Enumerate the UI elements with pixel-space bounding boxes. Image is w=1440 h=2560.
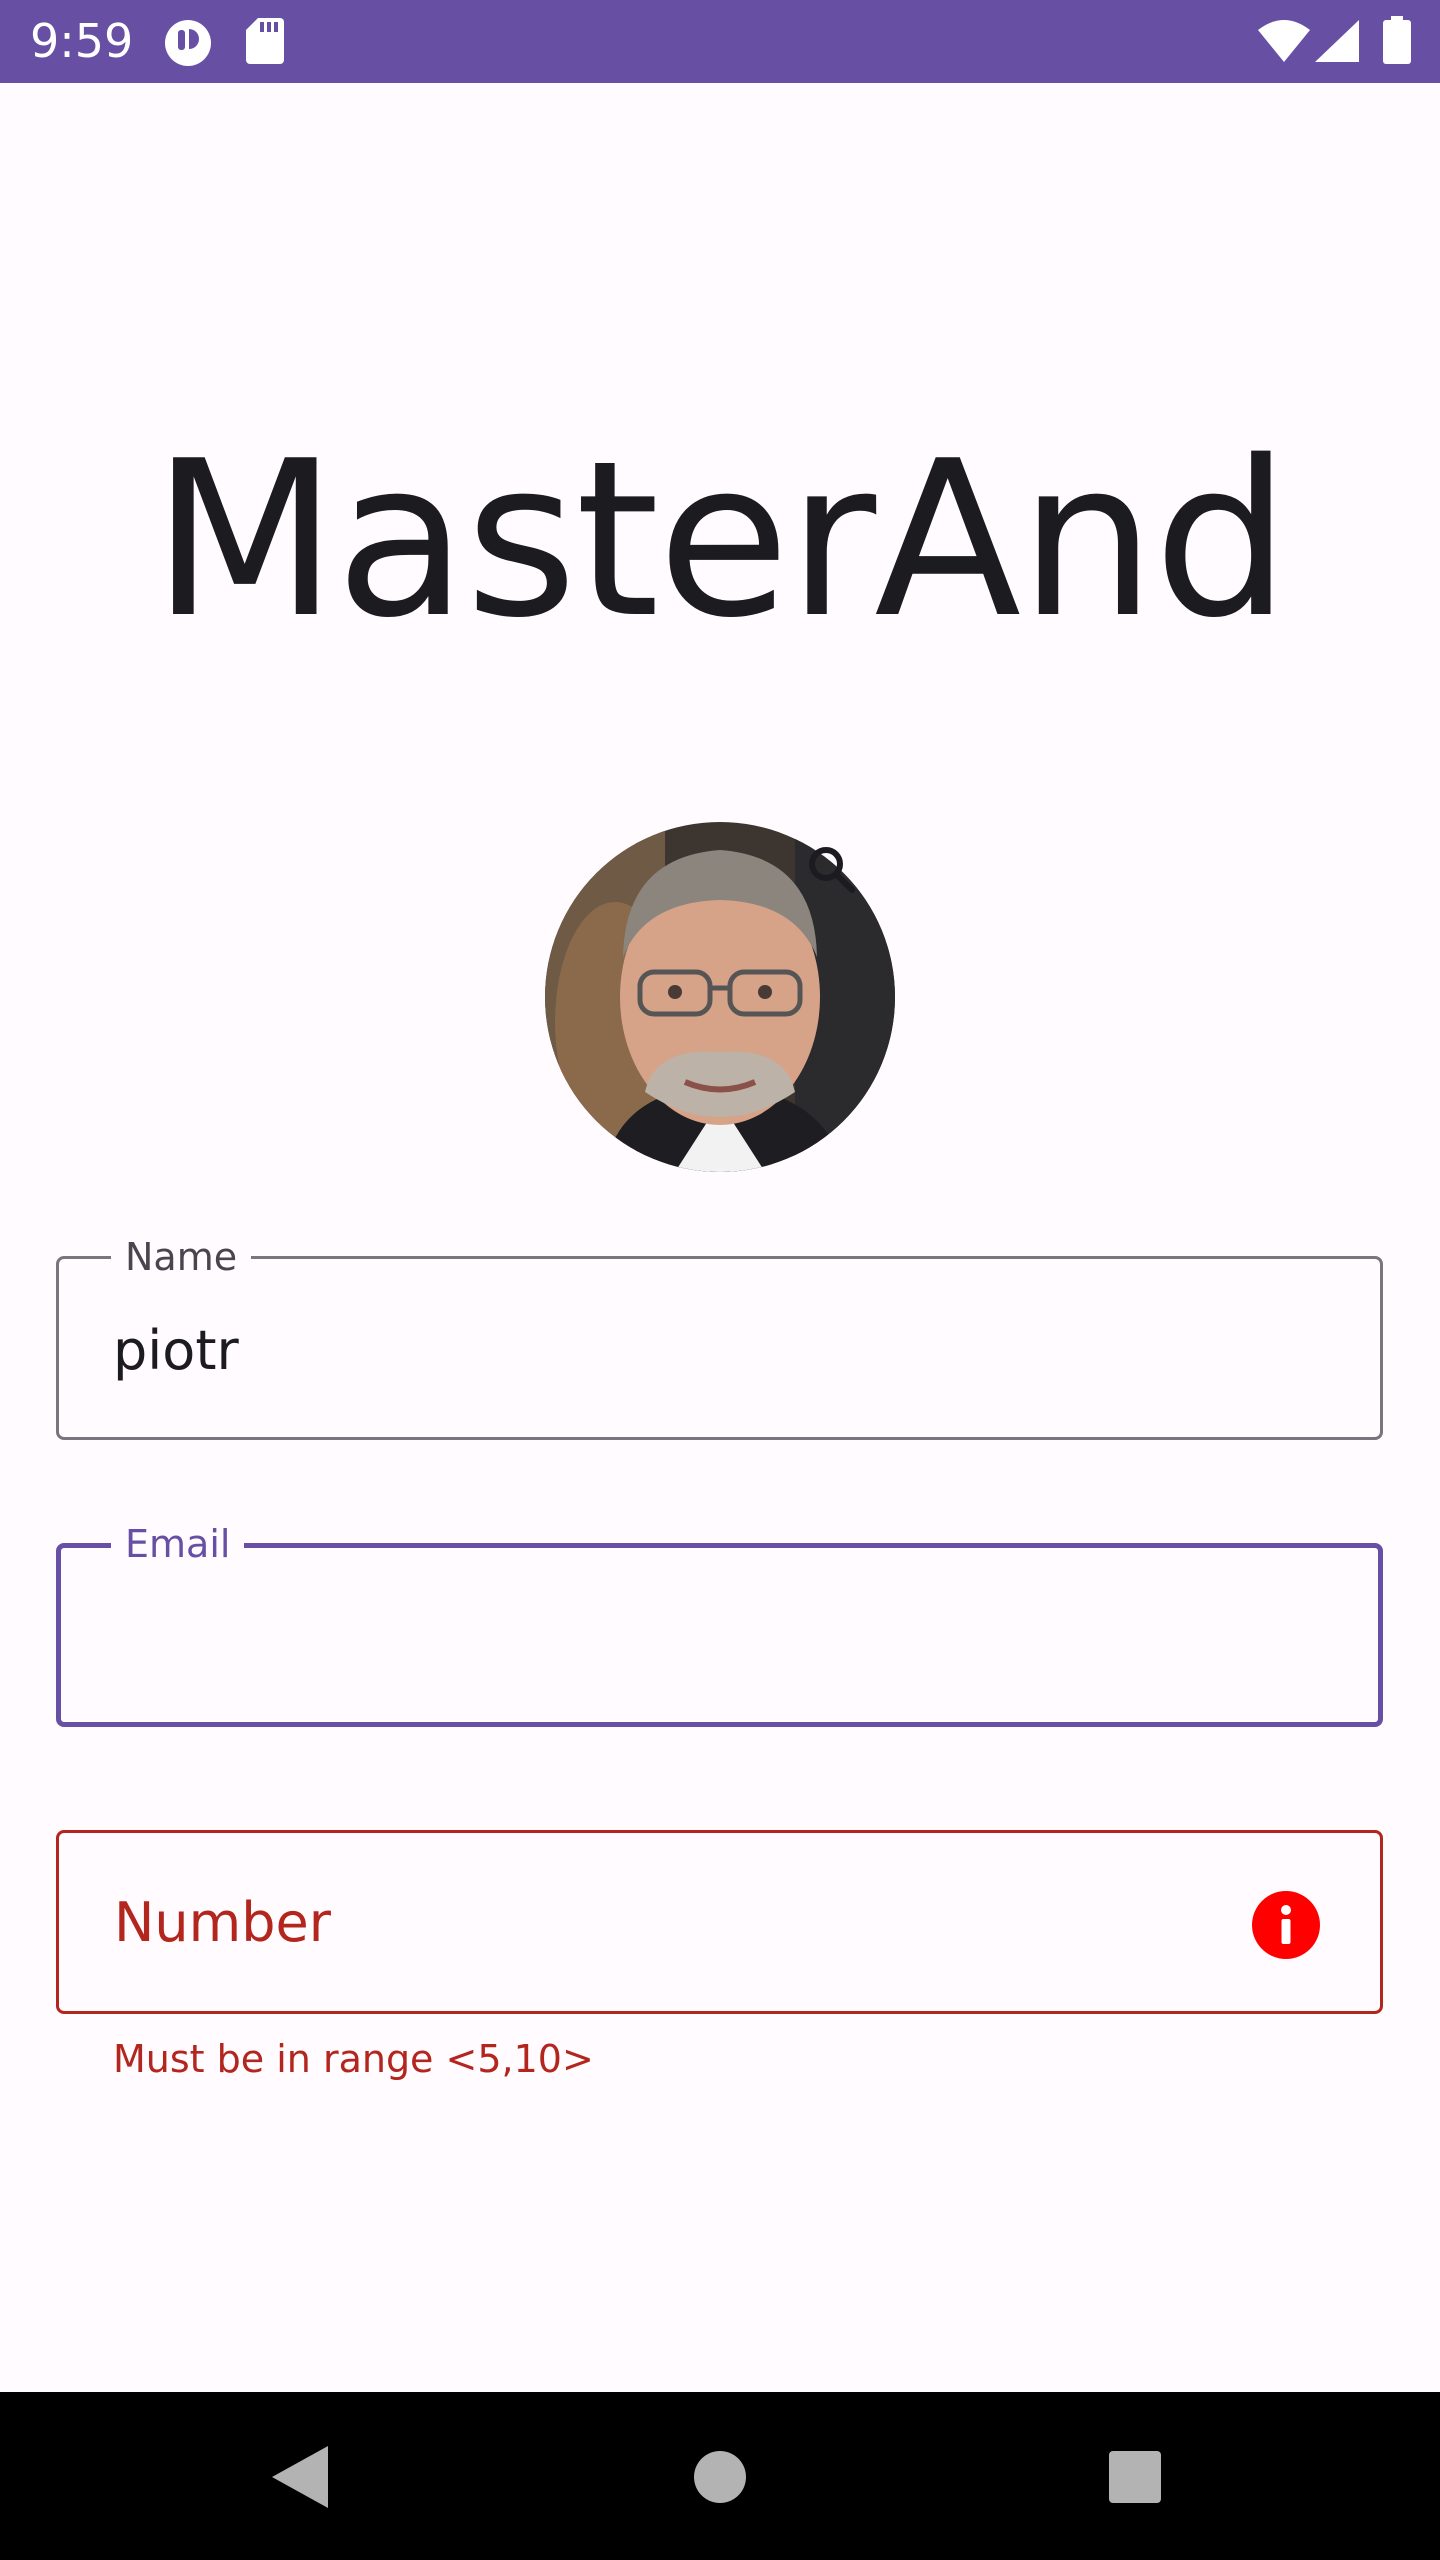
app-notification-icon	[165, 20, 211, 66]
number-field[interactable]: Number	[56, 1830, 1383, 2014]
sd-card-icon	[246, 18, 284, 64]
system-navigation-bar	[0, 2392, 1440, 2560]
name-field-value[interactable]: piotr	[113, 1319, 239, 1383]
status-bar: 9:59	[0, 0, 1440, 83]
email-field[interactable]: Email	[56, 1522, 1383, 1727]
home-icon[interactable]	[694, 2451, 746, 2503]
email-field-label: Email	[111, 1522, 245, 1566]
search-icon[interactable]	[806, 844, 856, 894]
number-field-placeholder: Number	[114, 1891, 331, 1954]
wifi-icon	[1258, 20, 1310, 62]
status-time: 9:59	[30, 14, 134, 68]
number-error-message: Must be in range <5,10>	[113, 2037, 594, 2081]
back-icon[interactable]	[272, 2446, 328, 2508]
name-field[interactable]: Name piotr	[56, 1235, 1383, 1440]
name-field-label: Name	[111, 1235, 252, 1279]
cellular-signal-icon	[1315, 20, 1359, 62]
battery-icon	[1383, 16, 1411, 64]
app-title: MasterAnd	[151, 414, 1290, 665]
error-info-icon	[1252, 1891, 1320, 1959]
recents-icon[interactable]	[1109, 2451, 1161, 2503]
